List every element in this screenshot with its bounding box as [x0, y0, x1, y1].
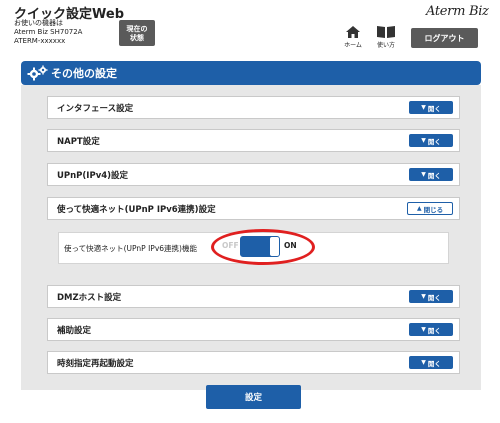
device-model: Aterm Biz SH7072A [14, 28, 83, 36]
status-button-line2: 状態 [130, 33, 144, 42]
open-button[interactable]: ▼ 開く [409, 356, 453, 369]
open-button[interactable]: ▼ 開く [409, 134, 453, 147]
row-label: DMZホスト設定 [57, 292, 122, 303]
open-button[interactable]: ▼ 開く [409, 290, 453, 303]
close-button-label: 閉じる [423, 205, 444, 214]
logout-button[interactable]: ログアウト [411, 28, 478, 48]
open-button-label: 開く [427, 104, 441, 113]
open-button[interactable]: ▼ 開く [409, 168, 453, 181]
row-label: UPnP(IPv4)設定 [57, 170, 129, 181]
book-icon [377, 26, 395, 38]
row-label: 時刻指定再起動設定 [57, 358, 134, 369]
home-label: ホーム [344, 42, 362, 49]
toggle-on-label: ON [284, 241, 297, 250]
open-button[interactable]: ▼ 開く [409, 101, 453, 114]
row-label: インタフェース設定 [57, 103, 134, 114]
section-title: その他の設定 [51, 67, 117, 80]
chevron-down-icon: ▼ [421, 137, 426, 144]
chevron-down-icon: ▼ [421, 171, 426, 178]
row-interface-settings[interactable]: インタフェース設定 ▼ 開く [47, 96, 460, 119]
device-name: ATERM-xxxxxx [14, 37, 66, 45]
open-button[interactable]: ▼ 開く [409, 323, 453, 336]
manual-link[interactable]: 使い方 [372, 25, 400, 51]
open-button-label: 開く [427, 171, 441, 180]
row-dmz-host-settings[interactable]: DMZホスト設定 ▼ 開く [47, 285, 460, 308]
chevron-down-icon: ▼ [421, 104, 426, 111]
apply-settings-button[interactable]: 設定 [206, 385, 301, 409]
row-upnp-ipv6-settings[interactable]: 使って快適ネット(UPnP IPv6連携)設定 ▲ 閉じる [47, 197, 460, 220]
open-button-label: 開く [427, 137, 441, 146]
home-icon [346, 26, 360, 38]
toggle-off-label: OFF [222, 241, 239, 250]
row-upnp-ipv4-settings[interactable]: UPnP(IPv4)設定 ▼ 開く [47, 163, 460, 186]
brand-logo: Aterm Biz [426, 4, 489, 19]
toggle-knob[interactable] [270, 237, 279, 256]
section-header: その他の設定 [21, 61, 481, 85]
gear-icon [27, 65, 48, 81]
open-button-label: 開く [427, 359, 441, 368]
row-scheduled-reboot-settings[interactable]: 時刻指定再起動設定 ▼ 開く [47, 351, 460, 374]
status-button-line1: 現在の [126, 24, 148, 33]
row-label: NAPT設定 [57, 136, 100, 147]
home-link[interactable]: ホーム [340, 25, 366, 51]
close-button[interactable]: ▲ 閉じる [407, 202, 453, 215]
chevron-down-icon: ▼ [421, 293, 426, 300]
open-button-label: 開く [427, 293, 441, 302]
chevron-up-icon: ▲ [416, 205, 422, 212]
manual-label: 使い方 [376, 42, 395, 49]
upnp-ipv6-function-label: 使って快適ネット(UPnP IPv6連携)機能 [64, 244, 197, 253]
header: クイック設定Web お使いの機器は Aterm Biz SH7072A ATER… [0, 0, 500, 52]
row-napt-settings[interactable]: NAPT設定 ▼ 開く [47, 129, 460, 152]
chevron-down-icon: ▼ [421, 359, 426, 366]
chevron-down-icon: ▼ [421, 326, 426, 333]
open-button-label: 開く [427, 326, 441, 335]
device-info: お使いの機器は Aterm Biz SH7072A ATERM-xxxxxx [14, 19, 82, 46]
current-status-button[interactable]: 現在の 状態 [119, 20, 155, 46]
row-label: 使って快適ネット(UPnP IPv6連携)設定 [57, 204, 216, 215]
row-auxiliary-settings[interactable]: 補助設定 ▼ 開く [47, 318, 460, 341]
row-label: 補助設定 [57, 325, 92, 336]
device-info-line: お使いの機器は [14, 19, 63, 27]
